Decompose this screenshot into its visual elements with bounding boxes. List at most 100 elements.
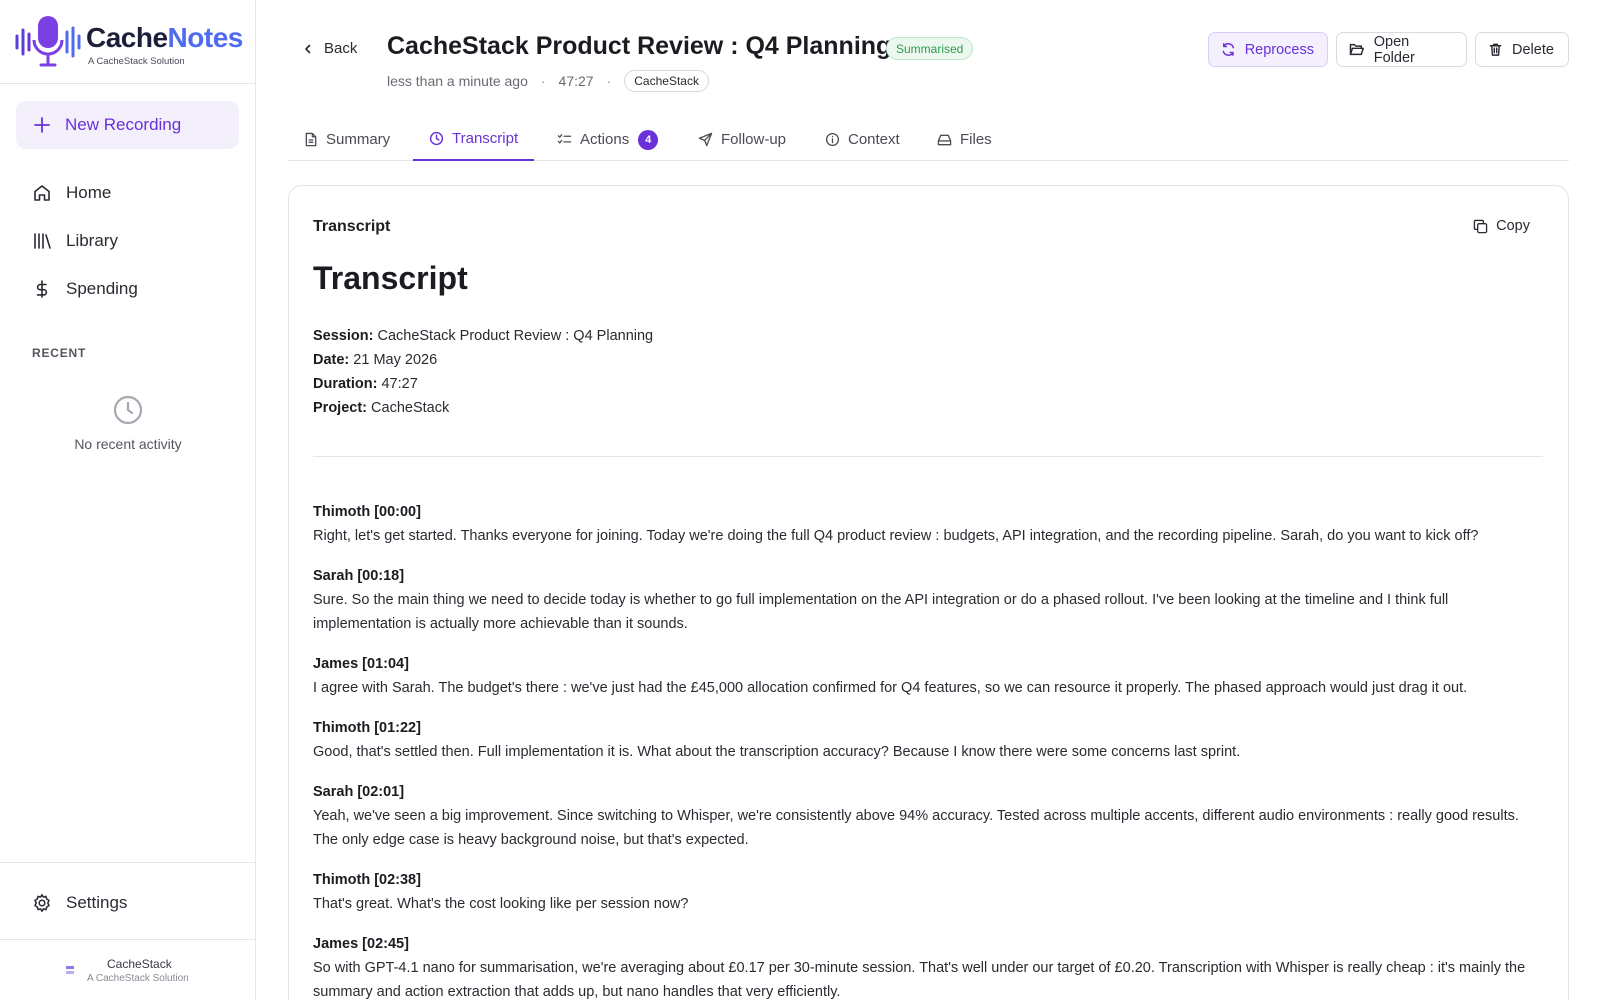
- transcript-entry: Sarah [00:18] Sure. So the main thing we…: [313, 564, 1545, 636]
- page-title: CacheStack Product Review : Q4 Planning: [387, 32, 892, 60]
- footer-brand-name: CacheStack: [107, 957, 172, 971]
- reprocess-label: Reprocess: [1244, 41, 1314, 58]
- new-recording-button[interactable]: New Recording: [16, 101, 239, 149]
- divider: [0, 939, 256, 940]
- info-icon: [825, 132, 840, 147]
- transcript-entry: Sarah [02:01] Yeah, we've seen a big imp…: [313, 780, 1545, 852]
- transcript-entry: James [02:45] So with GPT-4.1 nano for s…: [313, 932, 1545, 1000]
- duration: 47:27: [558, 73, 594, 89]
- clock-icon: [113, 395, 143, 425]
- drive-icon: [937, 134, 952, 145]
- utterance-text: Sure. So the main thing we need to decid…: [313, 592, 1449, 632]
- tab-context[interactable]: Context: [809, 118, 916, 161]
- info-date: Date: 21 May 2026: [313, 352, 438, 368]
- utterance-text: I agree with Sarah. The budget's there :…: [313, 680, 1468, 696]
- speaker-label: James [01:04]: [313, 656, 409, 672]
- trash-icon: [1489, 43, 1502, 56]
- sidebar-item-home[interactable]: Home: [32, 183, 111, 203]
- gear-icon: [34, 894, 50, 912]
- utterance-text: Yeah, we've seen a big improvement. Sinc…: [313, 808, 1519, 848]
- app-name: CacheNotes: [86, 22, 243, 53]
- sidebar-item-label: Home: [66, 183, 112, 202]
- utterance-text: Right, let's get started. Thanks everyon…: [313, 528, 1479, 544]
- tab-transcript[interactable]: Transcript: [413, 118, 535, 161]
- copy-button[interactable]: Copy: [1473, 218, 1530, 234]
- microphone-waveform-icon: [15, 16, 81, 67]
- actions-count-badge: 4: [638, 129, 659, 150]
- transcript-entry: Thimoth [01:22] Good, that's settled the…: [313, 716, 1545, 764]
- info-project: Project: CacheStack: [313, 400, 450, 416]
- separator-dot: ·: [540, 73, 546, 89]
- sidebar-item-spending[interactable]: Spending: [32, 279, 138, 299]
- time-ago: less than a minute ago: [387, 73, 528, 89]
- footer-brand-tagline: A CacheStack Solution: [87, 973, 189, 984]
- tab-label: Files: [960, 131, 992, 148]
- checklist-icon: [557, 133, 572, 144]
- speaker-label: Sarah [00:18]: [313, 568, 405, 584]
- tab-label: Transcript: [452, 130, 519, 147]
- project-chip[interactable]: CacheStack: [624, 70, 709, 92]
- transcript-entry: Thimoth [00:00] Right, let's get started…: [313, 500, 1545, 548]
- divider: [313, 456, 1543, 457]
- utterance-text: So with GPT-4.1 nano for summarisation, …: [313, 960, 1526, 1000]
- recording-meta: less than a minute ago · 47:27 · CacheSt…: [387, 70, 709, 92]
- status-badge: Summarised: [886, 37, 974, 60]
- clock-icon: [429, 131, 444, 146]
- sidebar-item-label: Spending: [66, 279, 138, 298]
- tab-label: Follow-up: [721, 131, 787, 148]
- utterance-text: Good, that's settled then. Full implemen…: [313, 744, 1241, 760]
- info-duration: Duration: 47:27: [313, 376, 418, 392]
- tab-label: Summary: [326, 131, 391, 148]
- delete-label: Delete: [1512, 41, 1554, 58]
- speaker-label: James [02:45]: [313, 936, 409, 952]
- tab-follow-up[interactable]: Follow-up: [682, 118, 802, 161]
- card-title: Transcript: [313, 218, 391, 235]
- speaker-label: Thimoth [01:22]: [313, 720, 421, 736]
- open-folder-button[interactable]: Open Folder: [1336, 32, 1467, 67]
- divider: [0, 862, 256, 863]
- speaker-label: Sarah [02:01]: [313, 784, 405, 800]
- reprocess-button[interactable]: Reprocess: [1208, 32, 1328, 67]
- refresh-icon: [1222, 43, 1235, 56]
- open-folder-label: Open Folder: [1373, 33, 1415, 66]
- transcript-entry: James [01:04] I agree with Sarah. The bu…: [313, 652, 1545, 700]
- chevron-left-icon: [305, 44, 311, 53]
- document-icon: [305, 132, 317, 147]
- sidebar-item-label: Settings: [66, 893, 128, 912]
- app-logo[interactable]: CacheNotes A CacheStack Solution: [0, 0, 255, 84]
- separator-dot: ·: [606, 73, 612, 89]
- send-icon: [698, 132, 713, 147]
- dollar-icon: [36, 280, 48, 298]
- delete-button[interactable]: Delete: [1475, 32, 1569, 67]
- library-icon: [34, 233, 51, 249]
- back-label: Back: [324, 40, 358, 57]
- tab-label: Actions: [580, 131, 630, 148]
- recent-section-label: RECENT: [32, 346, 87, 360]
- info-session: Session: CacheStack Product Review : Q4 …: [313, 328, 654, 344]
- tab-summary[interactable]: Summary: [288, 118, 406, 161]
- transcript-info: Session: CacheStack Product Review : Q4 …: [313, 324, 653, 420]
- back-button[interactable]: Back: [302, 40, 357, 57]
- tab-label: Context: [848, 131, 900, 148]
- copy-label: Copy: [1496, 218, 1530, 234]
- folder-open-icon: [1349, 43, 1364, 56]
- utterance-text: That's great. What's the cost looking li…: [313, 896, 689, 912]
- home-icon: [34, 185, 50, 201]
- transcript-heading: Transcript: [313, 260, 468, 296]
- transcript-lines: Thimoth [00:00] Right, let's get started…: [313, 500, 1545, 1000]
- tab-files[interactable]: Files: [921, 118, 1008, 161]
- plus-icon: [33, 116, 51, 134]
- sidebar-item-library[interactable]: Library: [32, 231, 118, 251]
- copy-icon: [1473, 219, 1488, 233]
- app-tagline: A CacheStack Solution: [88, 56, 185, 67]
- sidebar-item-label: Library: [66, 231, 118, 250]
- transcript-card: Transcript Copy Transcript Session: Cach…: [288, 185, 1569, 1000]
- transcript-entry: Thimoth [02:38] That's great. What's the…: [313, 868, 1545, 916]
- sidebar-item-settings[interactable]: Settings: [32, 893, 127, 913]
- tab-actions[interactable]: Actions 4: [541, 118, 674, 161]
- new-recording-label: New Recording: [65, 115, 182, 134]
- speaker-label: Thimoth [00:00]: [313, 504, 421, 520]
- sidebar: CacheNotes A CacheStack Solution New Rec…: [0, 0, 256, 1000]
- tab-bar: Summary Transcript Actions 4 Follow-up C…: [288, 118, 1569, 161]
- no-recent-activity: No recent activity: [74, 436, 182, 452]
